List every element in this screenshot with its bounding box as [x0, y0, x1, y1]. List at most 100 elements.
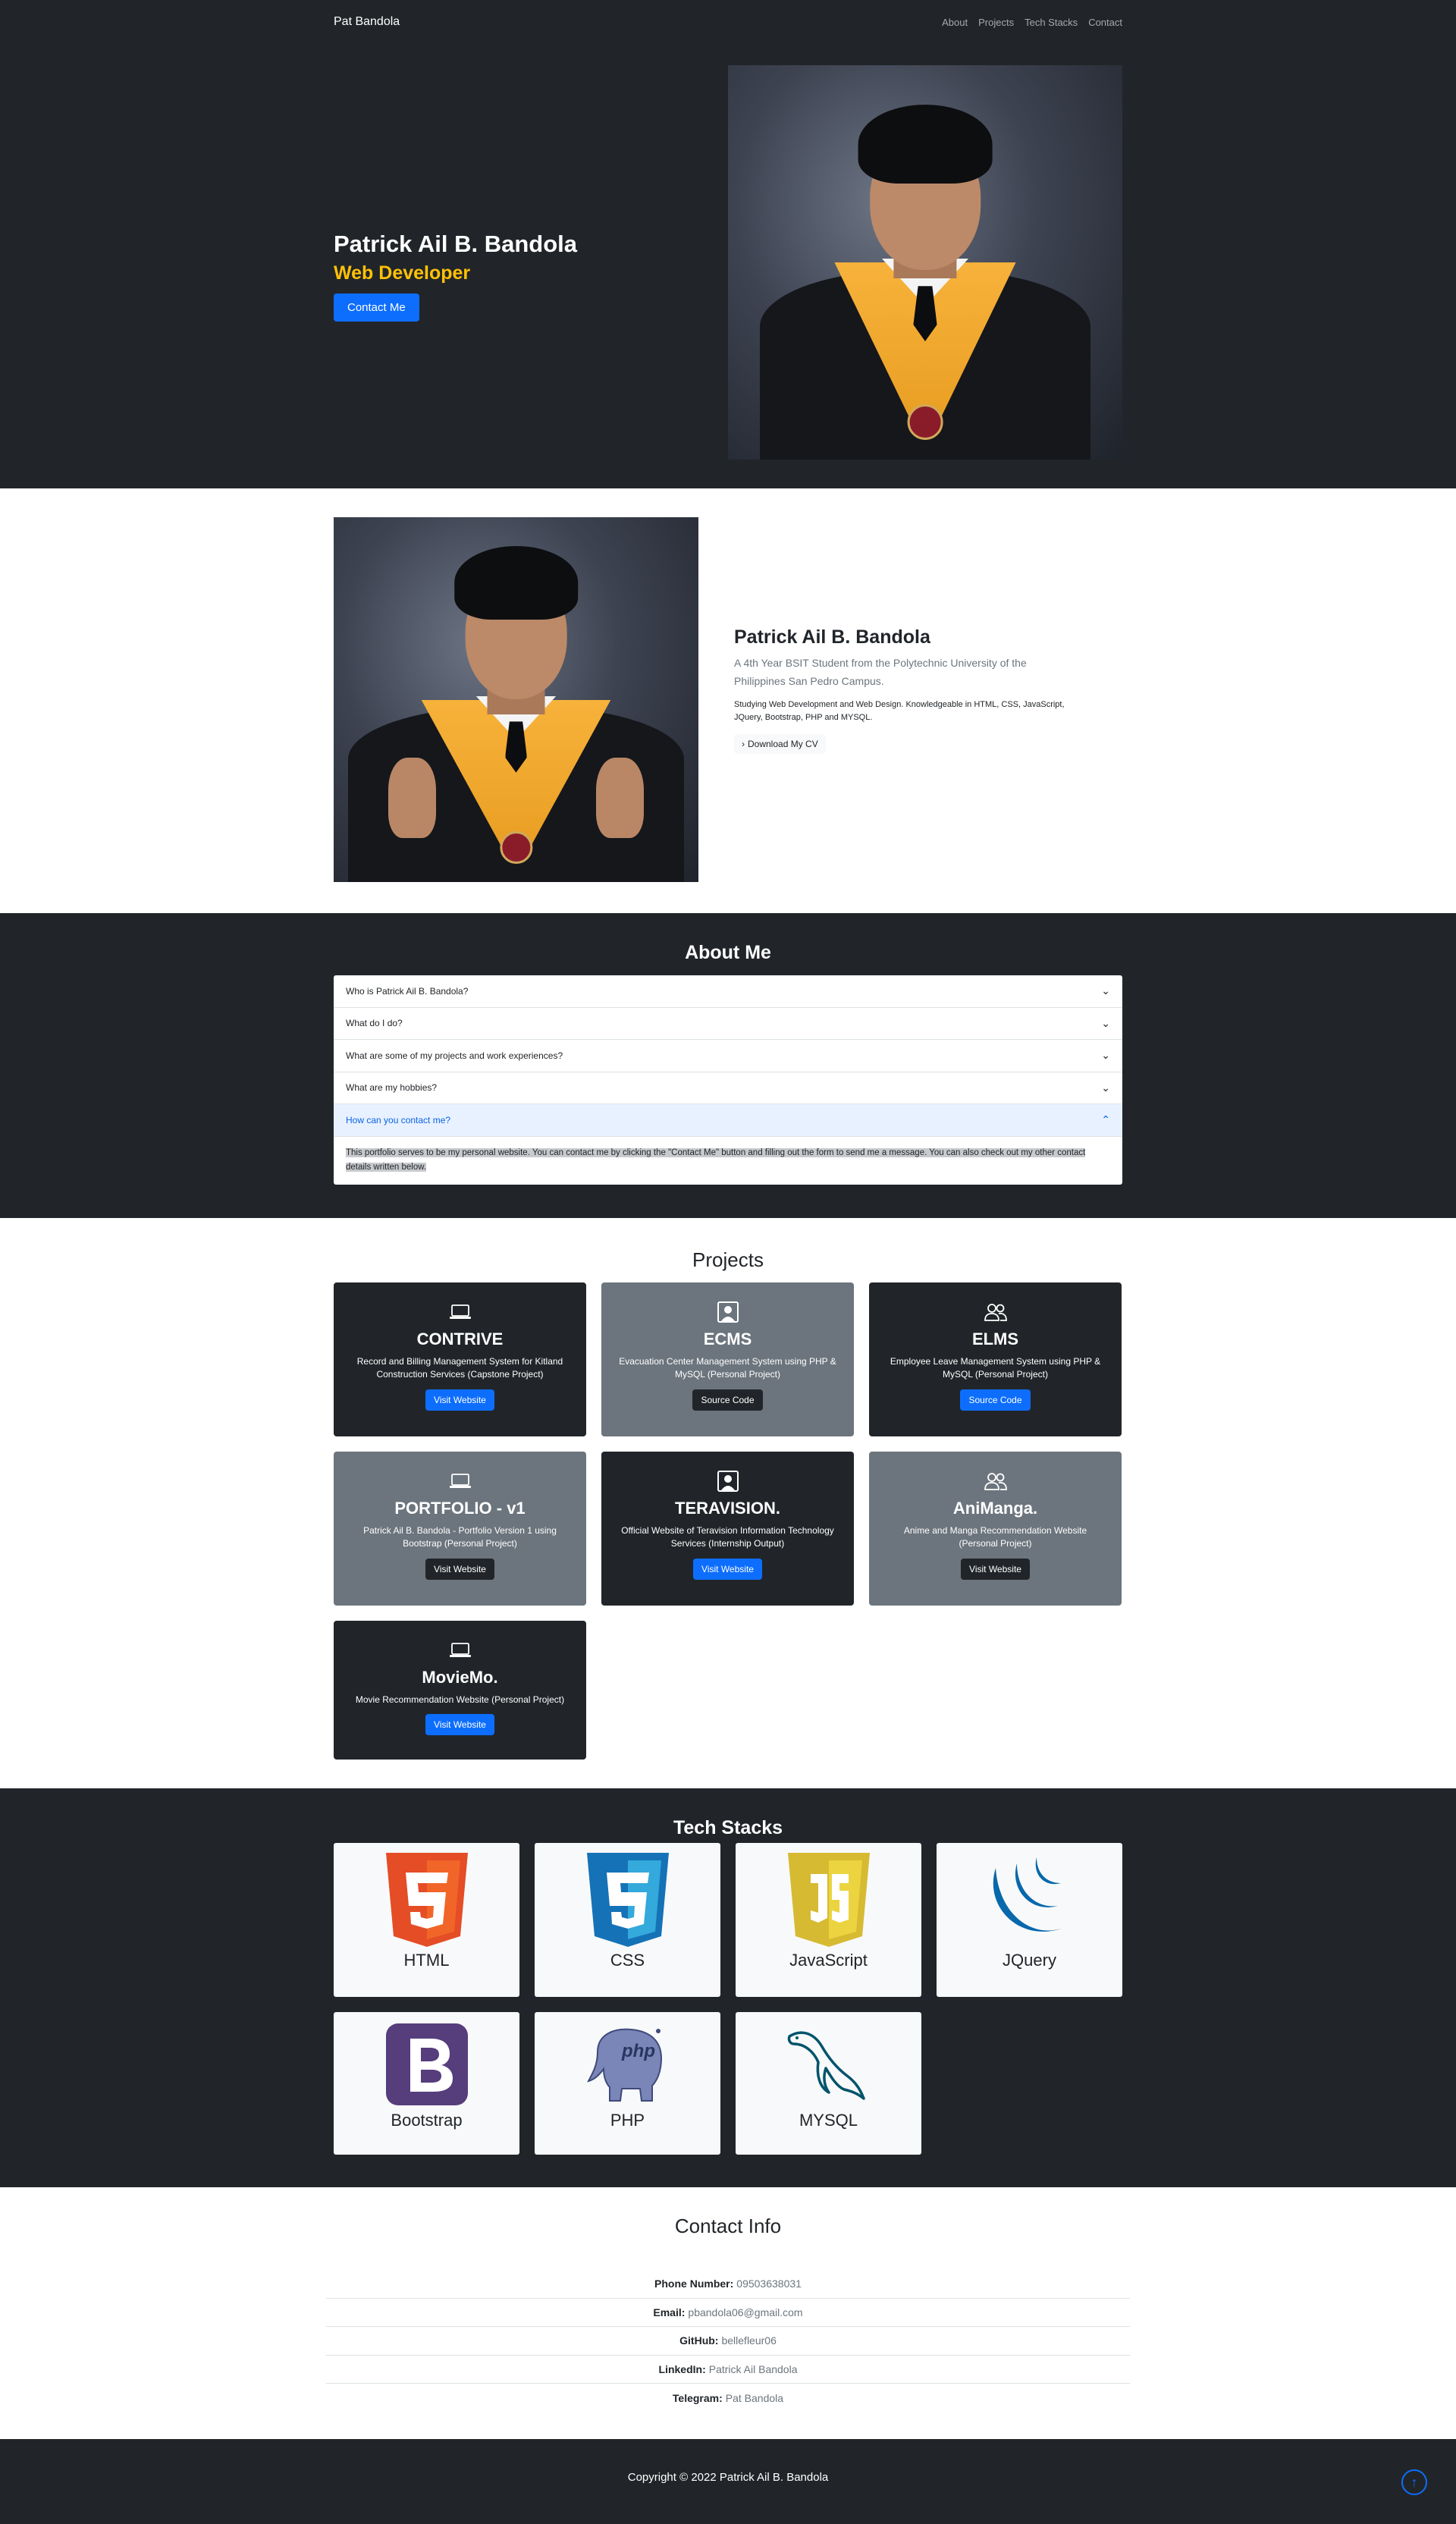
projects-title: Projects	[692, 1248, 764, 1271]
tech-card-jquery: JQuery	[937, 1843, 1122, 1997]
css3-logo-icon	[535, 1851, 720, 1949]
tech-name: JavaScript	[789, 1951, 868, 1970]
tech-name: HTML	[403, 1951, 450, 1970]
chevron-right-icon: ›	[742, 738, 745, 749]
hero-portrait-photo	[728, 65, 1122, 460]
nav-link-contact[interactable]: Contact	[1088, 17, 1122, 28]
project-card-contrive: CONTRIVE Record and Billing Management S…	[334, 1282, 586, 1436]
visit-website-button[interactable]: Visit Website	[693, 1558, 762, 1580]
contact-label: GitHub:	[679, 2334, 719, 2347]
accordion-label: What are some of my projects and work ex…	[346, 1050, 563, 1061]
nav-link-projects[interactable]: Projects	[978, 17, 1014, 28]
contact-value: Patrick Ail Bandola	[708, 2362, 798, 2375]
tech-stacks-section: Tech Stacks HTML CSS JavaScript JQuery B…	[0, 1788, 1456, 2187]
contact-me-button[interactable]: Contact Me	[334, 294, 419, 322]
project-card-teravision: TERAVISION. Official Website of Teravisi…	[601, 1452, 854, 1606]
nav-links: About Projects Tech Stacks Contact	[942, 17, 1122, 28]
tech-card-mysql: MYSQL	[736, 2012, 921, 2155]
chevron-down-icon: ⌄	[1101, 984, 1110, 997]
accordion-item-projects[interactable]: What are some of my projects and work ex…	[334, 1040, 1122, 1072]
svg-text:php: php	[621, 2041, 655, 2061]
visit-website-button[interactable]: Visit Website	[961, 1558, 1030, 1580]
accordion-item-hobbies[interactable]: What are my hobbies? ⌄	[334, 1072, 1122, 1104]
tech-stacks-title: Tech Stacks	[673, 1817, 783, 1838]
project-title: CONTRIVE	[416, 1329, 504, 1348]
about-accordion: Who is Patrick Ail B. Bandola? ⌄ What do…	[334, 975, 1122, 1185]
contact-row-linkedin: LinkedIn: Patrick Ail Bandola	[326, 2356, 1130, 2384]
contact-label: Phone Number:	[654, 2278, 734, 2290]
hero-section: Patrick Ail B. Bandola Web Developer Con…	[0, 44, 1456, 488]
project-desc: Evacuation Center Management System usin…	[619, 1356, 836, 1380]
back-to-top-button[interactable]: ↑	[1401, 2469, 1427, 2495]
project-desc: Employee Leave Management System using P…	[890, 1356, 1101, 1380]
contact-row-github: GitHub: bellefleur06	[326, 2327, 1130, 2356]
tech-name: MYSQL	[799, 2111, 858, 2130]
intro-name: Patrick Ail B. Bandola	[734, 626, 930, 648]
project-title: MovieMo.	[422, 1668, 498, 1687]
hero-text: Patrick Ail B. Bandola Web Developer Con…	[334, 231, 577, 322]
project-title: PORTFOLIO - v1	[394, 1499, 526, 1518]
intro-portrait-photo	[334, 517, 698, 882]
project-title: TERAVISION.	[675, 1499, 780, 1518]
about-section: About Me Who is Patrick Ail B. Bandola? …	[0, 913, 1456, 1218]
tech-name: PHP	[610, 2111, 645, 2130]
project-title: ECMS	[703, 1329, 752, 1348]
nav-link-tech-stacks[interactable]: Tech Stacks	[1025, 17, 1078, 28]
chevron-down-icon: ⌄	[1101, 1081, 1110, 1094]
source-code-button[interactable]: Source Code	[960, 1389, 1031, 1411]
accordion-item-who[interactable]: Who is Patrick Ail B. Bandola? ⌄	[334, 975, 1122, 1008]
navbar-brand[interactable]: Pat Bandola	[334, 15, 400, 29]
contact-label: Telegram:	[672, 2391, 723, 2404]
laptop-icon	[334, 1468, 586, 1494]
nav-link-about[interactable]: About	[942, 17, 968, 28]
project-card-elms: ELMS Employee Leave Management System us…	[869, 1282, 1122, 1436]
accordion-body-text: This portfolio serves to be my personal …	[346, 1147, 1086, 1173]
tech-card-css: CSS	[535, 1843, 720, 1997]
contact-label: Email:	[653, 2306, 686, 2318]
contact-list: Phone Number: 09503638031 Email: pbandol…	[326, 2270, 1130, 2413]
contact-value: 09503638031	[736, 2278, 802, 2290]
project-desc: Movie Recommendation Website (Personal P…	[355, 1694, 565, 1705]
project-card-ecms: ECMS Evacuation Center Management System…	[601, 1282, 854, 1436]
mysql-dolphin-icon	[736, 2020, 921, 2109]
accordion-body: This portfolio serves to be my personal …	[334, 1137, 1122, 1185]
contact-section: Contact Info Phone Number: 09503638031 E…	[0, 2187, 1456, 2439]
person-badge-icon	[601, 1299, 854, 1325]
visit-website-button[interactable]: Visit Website	[425, 1389, 494, 1411]
visit-website-button[interactable]: Visit Website	[425, 1558, 494, 1580]
html5-logo-icon	[334, 1851, 519, 1949]
footer: Copyright © 2022 Patrick Ail B. Bandola …	[0, 2439, 1456, 2524]
bootstrap-logo-icon	[334, 2020, 519, 2109]
accordion-label: Who is Patrick Ail B. Bandola?	[346, 985, 469, 997]
download-cv-button[interactable]: › Download My CV	[734, 733, 826, 754]
php-elephant-icon: php	[535, 2020, 720, 2109]
laptop-icon	[334, 1637, 586, 1663]
javascript-logo-icon	[736, 1851, 921, 1949]
accordion-item-contact[interactable]: How can you contact me? ⌃	[334, 1104, 1122, 1137]
source-code-button[interactable]: Source Code	[692, 1389, 763, 1411]
visit-website-button[interactable]: Visit Website	[425, 1714, 494, 1736]
hero-role: Web Developer	[334, 262, 471, 284]
project-card-animanga: AniManga. Anime and Manga Recommendation…	[869, 1452, 1122, 1606]
person-badge-icon	[601, 1468, 854, 1494]
project-title: AniManga.	[952, 1499, 1038, 1518]
people-icon	[869, 1468, 1122, 1494]
chevron-down-icon: ⌄	[1101, 1049, 1110, 1062]
footer-copyright: Copyright © 2022 Patrick Ail B. Bandola	[627, 2471, 829, 2484]
arrow-up-icon: ↑	[1410, 2474, 1418, 2490]
intro-section: Patrick Ail B. Bandola A 4th Year BSIT S…	[0, 488, 1456, 913]
tech-card-bootstrap: Bootstrap	[334, 2012, 519, 2155]
accordion-label: How can you contact me?	[346, 1114, 451, 1125]
contact-title: Contact Info	[674, 2215, 782, 2237]
project-desc: Patrick Ail B. Bandola - Portfolio Versi…	[363, 1525, 557, 1549]
navbar: Pat Bandola About Projects Tech Stacks C…	[0, 0, 1456, 44]
people-icon	[869, 1299, 1122, 1325]
chevron-up-icon: ⌃	[1101, 1113, 1110, 1126]
jquery-logo-icon	[937, 1851, 1122, 1949]
accordion-label: What are my hobbies?	[346, 1082, 438, 1094]
accordion-item-what-do[interactable]: What do I do? ⌄	[334, 1008, 1122, 1040]
intro-body: Studying Web Development and Web Design.…	[734, 699, 1065, 723]
download-cv-label: Download My CV	[748, 738, 818, 749]
tech-card-html: HTML	[334, 1843, 519, 1997]
intro-lead: A 4th Year BSIT Student from the Polytec…	[734, 657, 1027, 687]
